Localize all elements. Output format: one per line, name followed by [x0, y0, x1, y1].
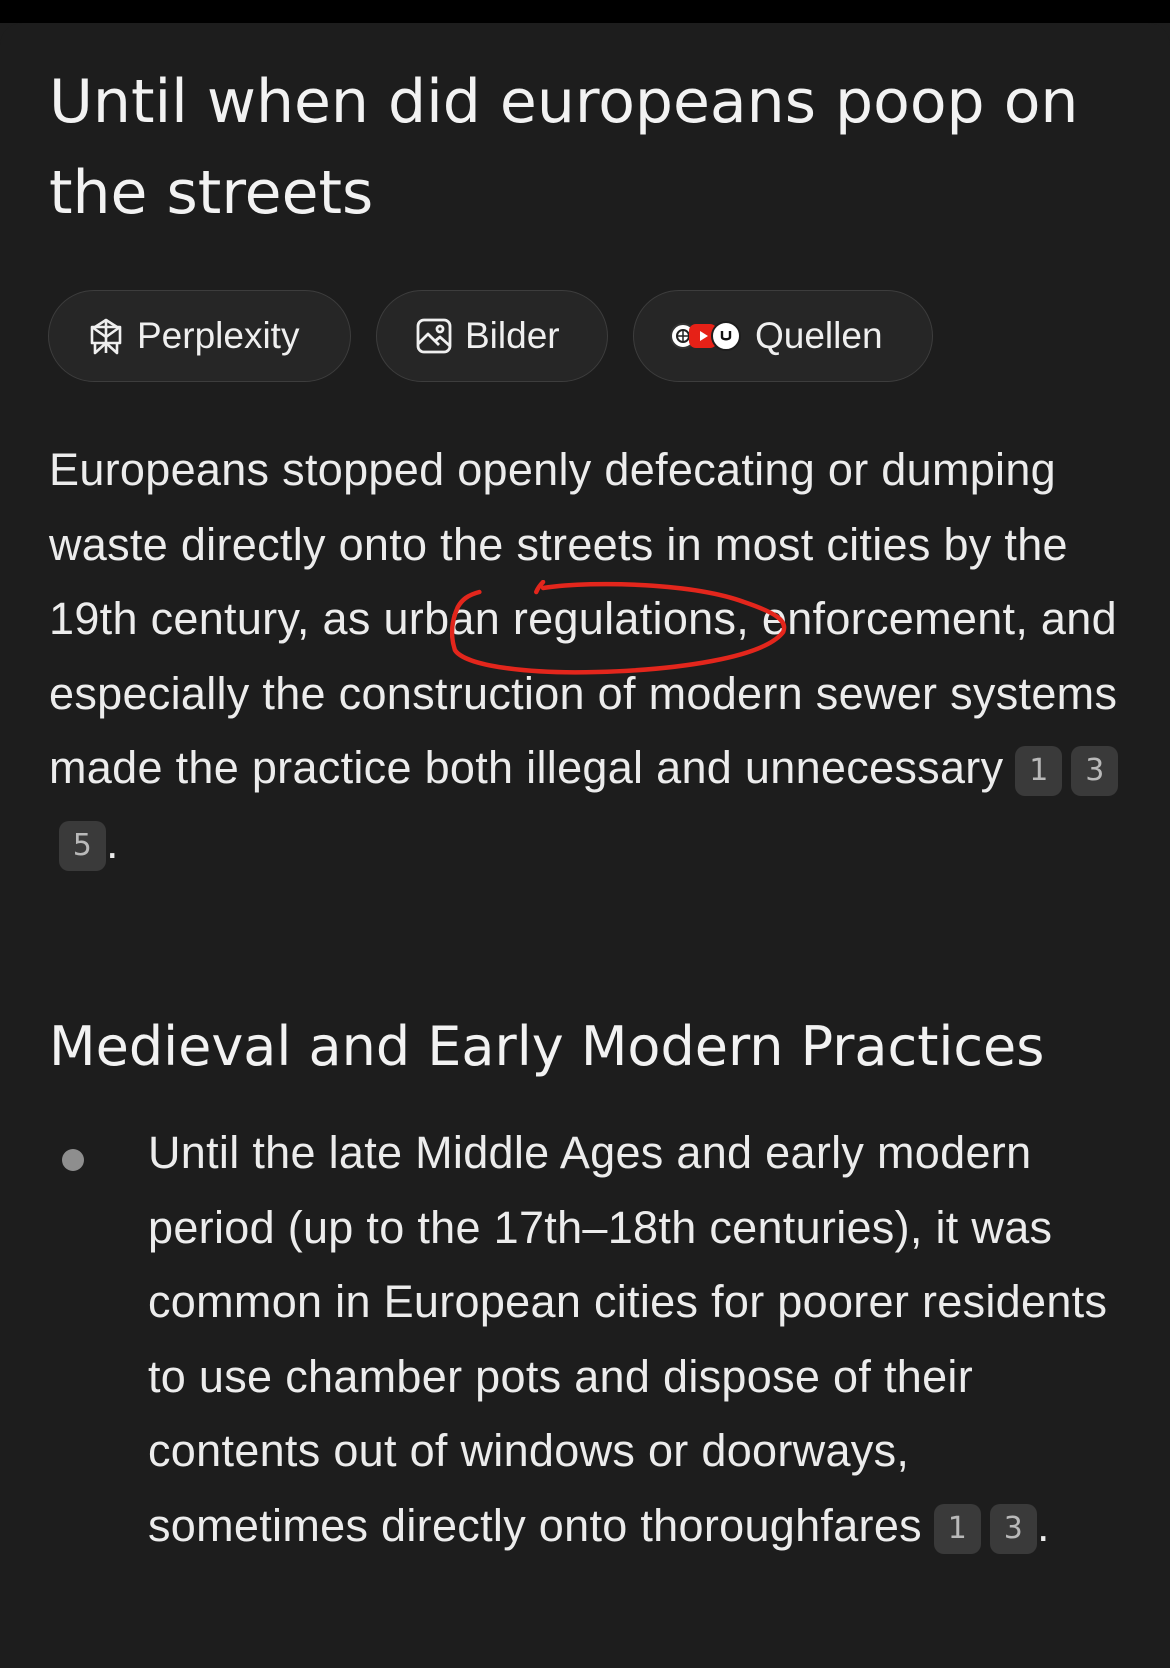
status-bar: [0, 0, 1170, 23]
image-icon: [415, 317, 453, 355]
list-item-text: Until the late Middle Ages and early mod…: [148, 1116, 1118, 1563]
tab-bilder-label: Bilder: [465, 315, 560, 356]
tab-bilder[interactable]: Bilder: [376, 290, 608, 382]
citation-badge[interactable]: 3: [1071, 746, 1119, 797]
answer-text-before: Europeans stopped openly defecating or d…: [49, 444, 1068, 570]
bullet-period: .: [1036, 1499, 1050, 1551]
citation-badge[interactable]: 5: [59, 820, 106, 871]
answer-highlight: 19th century,: [49, 593, 310, 644]
answer-period: .: [106, 816, 119, 868]
perplexity-logo-icon: [87, 317, 125, 355]
tab-perplexity-label: Perplexity: [137, 315, 300, 356]
sources-favicons-icon: [670, 321, 741, 351]
citation-badge[interactable]: 1: [1015, 746, 1063, 797]
bullet-dot: [62, 1149, 84, 1171]
u-site-icon: [711, 321, 741, 351]
tab-quellen[interactable]: Quellen: [633, 290, 933, 382]
answer-paragraph: Europeans stopped openly defecating or d…: [49, 433, 1139, 880]
bullet-text: Until the late Middle Ages and early mod…: [148, 1127, 1108, 1551]
page-title: Until when did europeans poop on the str…: [49, 67, 1079, 228]
tab-quellen-label: Quellen: [755, 315, 883, 356]
citation-badge[interactable]: 3: [989, 1503, 1037, 1554]
section-heading: Medieval and Early Modern Practices: [49, 1015, 1045, 1078]
tab-perplexity[interactable]: Perplexity: [48, 290, 351, 382]
citation-badge[interactable]: 1: [933, 1503, 981, 1554]
